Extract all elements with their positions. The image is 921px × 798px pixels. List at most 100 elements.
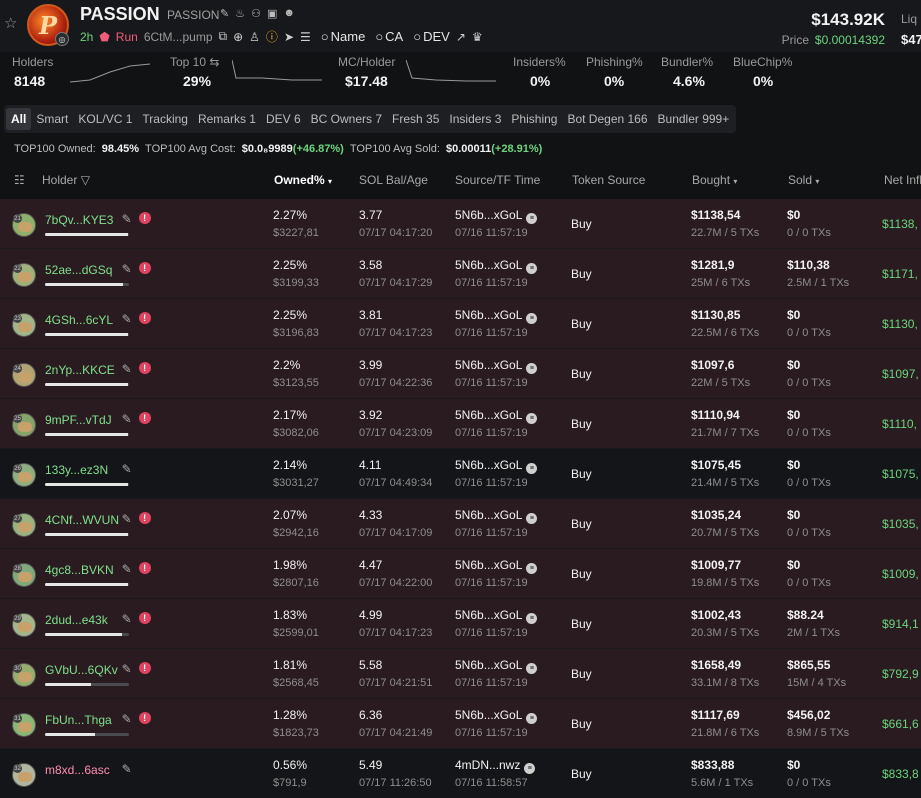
edit-icon[interactable]: ✎: [122, 712, 132, 726]
funding-source[interactable]: 5N6b...xGoL ≡: [455, 408, 538, 424]
holder-address[interactable]: 4CNf...WVUN: [45, 513, 119, 527]
holder-address[interactable]: 4gc8...BVKN: [45, 563, 114, 577]
alert-icon[interactable]: ⓘ: [266, 28, 278, 45]
table-row[interactable]: 25 9mPF...vTdJ ✎ ! 2.17% $3082,06 3.92 0…: [0, 399, 921, 449]
tab-fresh[interactable]: Fresh 35: [387, 108, 444, 130]
avatar[interactable]: 32: [12, 763, 36, 787]
tab-phishing[interactable]: Phishing: [506, 108, 562, 130]
holder-address[interactable]: FbUn...Thga: [45, 713, 112, 727]
table-row[interactable]: 31 FbUn...Thga ✎ ! 1.28% $1823,73 6.36 0…: [0, 699, 921, 749]
menu-circle-icon[interactable]: ☰: [300, 30, 311, 44]
holder-address[interactable]: 9mPF...vTdJ: [45, 413, 112, 427]
col-holder[interactable]: Holder ▽: [42, 173, 90, 187]
col-bought[interactable]: Bought ▾: [692, 173, 737, 187]
table-row[interactable]: 30 GVbU...6QKv ✎ ! 1.81% $2568,45 5.58 0…: [0, 649, 921, 699]
holder-address[interactable]: 4GSh...6cYL: [45, 313, 113, 327]
holder-address[interactable]: 52ae...dGSq: [45, 263, 112, 277]
table-row[interactable]: 32 m8xd...6asc ✎ 0.56% $791,9 5.49 07/17…: [0, 749, 921, 798]
star-icon[interactable]: ☆: [4, 14, 17, 32]
edit-icon[interactable]: ✎: [220, 7, 229, 20]
tab-all[interactable]: All: [6, 108, 32, 130]
net-inflow: $1130,: [882, 317, 918, 331]
funding-source[interactable]: 5N6b...xGoL ≡: [455, 608, 538, 624]
avatar[interactable]: 21: [12, 213, 36, 237]
crown-icon[interactable]: ♛: [472, 30, 483, 44]
holder-address[interactable]: GVbU...6QKv: [45, 663, 118, 677]
copy-icon[interactable]: ⧉: [219, 29, 228, 44]
sol-age: 07/17 04:17:23: [359, 327, 433, 339]
avatar[interactable]: 27: [12, 513, 36, 537]
funding-source[interactable]: 5N6b...xGoL ≡: [455, 708, 538, 724]
col-owned[interactable]: Owned% ▾: [274, 173, 332, 187]
avatar[interactable]: 22: [12, 263, 36, 287]
holder-address[interactable]: 133y...ez3N: [45, 463, 108, 477]
contract-address[interactable]: 6CtM...pump: [144, 30, 213, 44]
funding-source[interactable]: 5N6b...xGoL ≡: [455, 208, 538, 224]
table-row[interactable]: 23 4GSh...6cYL ✎ ! 2.25% $3196,83 3.81 0…: [0, 299, 921, 349]
edit-icon[interactable]: ✎: [122, 562, 132, 576]
search-dev[interactable]: ○ DEV: [413, 29, 450, 44]
edit-icon[interactable]: ✎: [122, 312, 132, 326]
holder-address[interactable]: m8xd...6asc: [45, 763, 110, 777]
avatar[interactable]: 28: [12, 563, 36, 587]
avatar[interactable]: 23: [12, 313, 36, 337]
table-row[interactable]: 27 4CNf...WVUN ✎ ! 2.07% $2942,16 4.33 0…: [0, 499, 921, 549]
col-sold[interactable]: Sold ▾: [788, 173, 819, 187]
funding-source[interactable]: 5N6b...xGoL ≡: [455, 308, 538, 324]
table-row[interactable]: 24 2nYp...KKCE ✎ ! 2.2% $3123,55 3.99 07…: [0, 349, 921, 399]
col-token-source[interactable]: Token Source: [572, 173, 645, 187]
avatar[interactable]: 26: [12, 463, 36, 487]
mcholder-sparkline: [406, 59, 496, 82]
avatar[interactable]: 24: [12, 363, 36, 387]
funding-source[interactable]: 5N6b...xGoL ≡: [455, 558, 538, 574]
funding-source[interactable]: 4mDN...nwz ≡: [455, 758, 536, 774]
table-row[interactable]: 22 52ae...dGSq ✎ ! 2.25% $3199,33 3.58 0…: [0, 249, 921, 299]
funding-source[interactable]: 5N6b...xGoL ≡: [455, 658, 538, 674]
holder-address[interactable]: 7bQv...KYE3: [45, 213, 113, 227]
edit-icon[interactable]: ✎: [122, 212, 132, 226]
avatar[interactable]: 31: [12, 713, 36, 737]
tab-remarks[interactable]: Remarks 1: [193, 108, 261, 130]
funding-source[interactable]: 5N6b...xGoL ≡: [455, 458, 538, 474]
holder-address[interactable]: 2nYp...KKCE: [45, 363, 115, 377]
table-row[interactable]: 29 2dud...e43k ✎ ! 1.83% $2599,01 4.99 0…: [0, 599, 921, 649]
col-source-time[interactable]: Source/TF Time: [455, 173, 540, 187]
tab-tracking[interactable]: Tracking: [137, 108, 193, 130]
col-sol-bal-age[interactable]: SOL Bal/Age: [359, 173, 428, 187]
warning-icon: !: [138, 712, 151, 724]
column-settings-icon[interactable]: ☷: [14, 173, 25, 187]
avatar[interactable]: 30: [12, 663, 36, 687]
funding-source[interactable]: 5N6b...xGoL ≡: [455, 258, 538, 274]
top10-sparkline: [232, 59, 322, 81]
edit-icon[interactable]: ✎: [122, 362, 132, 376]
edit-icon[interactable]: ✎: [122, 512, 132, 526]
edit-icon[interactable]: ✎: [122, 662, 132, 676]
edit-icon[interactable]: ✎: [122, 462, 132, 476]
table-row[interactable]: 28 4gc8...BVKN ✎ ! 1.98% $2807,16 4.47 0…: [0, 549, 921, 599]
tab-insiders[interactable]: Insiders 3: [444, 108, 506, 130]
col-net-inflow[interactable]: Net Infl: [884, 173, 921, 187]
tab-bot-degen[interactable]: Bot Degen 166: [562, 108, 652, 130]
funding-source[interactable]: 5N6b...xGoL ≡: [455, 358, 538, 374]
tab-dev[interactable]: DEV 6: [261, 108, 306, 130]
avatar[interactable]: 25: [12, 413, 36, 437]
funding-source[interactable]: 5N6b...xGoL ≡: [455, 508, 538, 524]
edit-icon[interactable]: ✎: [122, 262, 132, 276]
avatar[interactable]: 29: [12, 613, 36, 637]
edit-icon[interactable]: ✎: [122, 412, 132, 426]
search-name[interactable]: ○ Name: [321, 29, 366, 44]
external-link-icon[interactable]: ↗: [456, 30, 466, 44]
table-row[interactable]: 21 7bQv...KYE3 ✎ ! 2.27% $3227,81 3.77 0…: [0, 199, 921, 249]
tab-smart[interactable]: Smart: [31, 108, 73, 130]
edit-icon[interactable]: ✎: [122, 762, 132, 776]
holder-address[interactable]: 2dud...e43k: [45, 613, 108, 627]
search-ca[interactable]: ○ CA: [375, 29, 403, 44]
edit-icon[interactable]: ✎: [122, 612, 132, 626]
tab-bundler[interactable]: Bundler 999+: [653, 108, 735, 130]
tab-kol-vc[interactable]: KOL/VC 1: [73, 108, 137, 130]
table-row[interactable]: 26 133y...ez3N ✎ 2.14% $3031,27 4.11 07/…: [0, 449, 921, 499]
globe-icon[interactable]: ⊕: [233, 30, 243, 44]
user-icon[interactable]: ♙: [249, 30, 260, 44]
tab-bc-owners[interactable]: BC Owners 7: [306, 108, 387, 130]
telegram-icon[interactable]: ➤: [284, 30, 294, 44]
